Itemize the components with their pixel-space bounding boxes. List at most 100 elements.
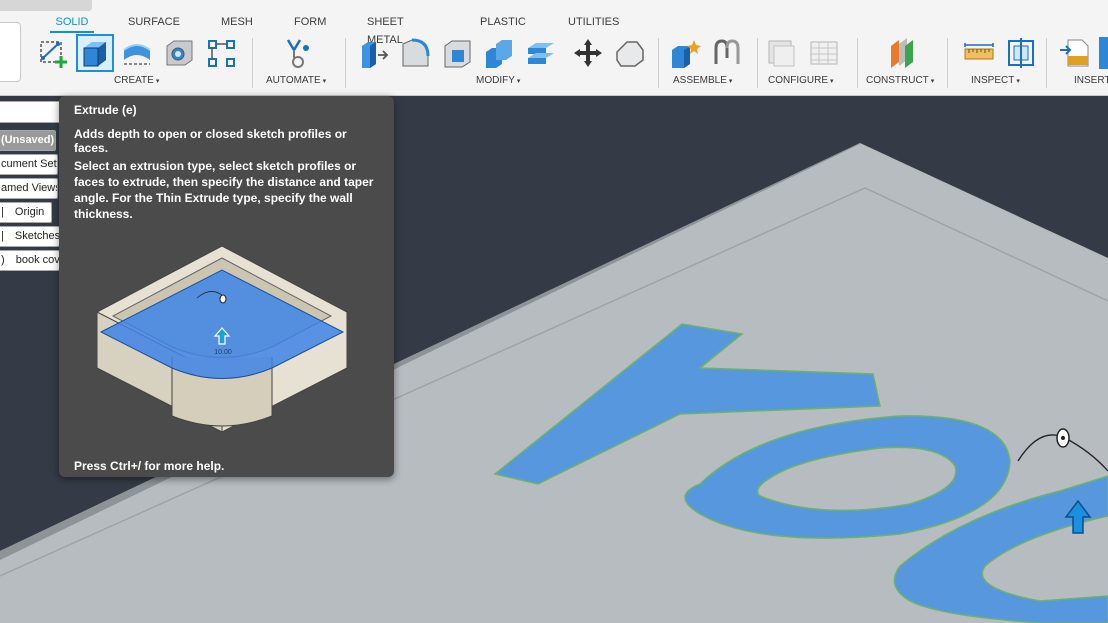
chamfer-button[interactable] (438, 34, 476, 72)
combine-button[interactable] (522, 34, 560, 72)
browser-document-root[interactable]: (Unsaved) (0, 130, 56, 151)
toolbar-divider (252, 38, 253, 88)
tab-form[interactable]: FORM (294, 13, 326, 33)
document-settings-label: cument Sett (1, 158, 58, 170)
fillet-button[interactable] (396, 34, 434, 72)
browser-item-body[interactable]: ) book cov (0, 250, 60, 271)
tab-surface[interactable]: SURFACE (128, 13, 180, 33)
browser-item-document-settings[interactable]: cument Sett (0, 154, 58, 175)
toolbar-divider (757, 38, 758, 88)
new-design-button[interactable] (0, 22, 21, 82)
modify-menu[interactable]: MODIFY ▾ (476, 75, 520, 86)
new-component-button[interactable] (666, 34, 704, 72)
sketches-prefix: | (1, 230, 4, 242)
chevron-down-icon: ▾ (155, 78, 160, 85)
extrude-button[interactable] (76, 34, 114, 72)
hole-icon (166, 40, 193, 66)
create-label: CREATE (114, 75, 154, 86)
origin-label: Origin (14, 206, 45, 218)
inspect-label: INSPECT (971, 75, 1015, 86)
move-icon (574, 39, 602, 67)
insert-icon (1099, 37, 1108, 69)
toolbar-divider (345, 38, 346, 88)
pattern-icon (208, 40, 235, 67)
tooltip-title: Extrude (e) (74, 103, 137, 117)
construct-label: CONSTRUCT (866, 75, 929, 86)
press-pull-button[interactable] (354, 34, 392, 72)
named-views-label: amed Views (1, 182, 58, 194)
measure-button[interactable] (960, 34, 998, 72)
insert-svg-icon (1060, 39, 1089, 67)
automate-label: AUTOMATE (266, 75, 321, 86)
tooltip-description: Adds depth to open or closed sketch prof… (74, 127, 347, 155)
configure-table-icon (810, 41, 838, 65)
new-sketch-icon (40, 41, 67, 68)
revolve-button[interactable] (118, 34, 156, 72)
section-analysis-button[interactable] (1002, 34, 1040, 72)
offset-plane-icon (891, 38, 913, 68)
pattern-button[interactable] (202, 34, 240, 72)
configure-menu[interactable]: CONFIGURE ▾ (768, 75, 834, 86)
chevron-down-icon: ▾ (830, 78, 834, 85)
split-button[interactable] (611, 34, 649, 72)
assemble-label: ASSEMBLE (673, 75, 727, 86)
chevron-down-icon: ▾ (930, 78, 935, 85)
section-analysis-icon (1008, 38, 1034, 68)
configure-label: CONFIGURE (768, 75, 828, 86)
extrude-illustration: 10.00 (96, 245, 348, 433)
insert-label: INSERT (1074, 75, 1108, 86)
automate-menu[interactable]: AUTOMATE ▾ (266, 75, 326, 86)
insert-more-button[interactable] (1098, 34, 1108, 72)
body-prefix: ) (1, 254, 5, 266)
move-button[interactable] (569, 34, 607, 72)
chevron-down-icon: ▾ (728, 78, 733, 85)
browser-item-origin[interactable]: | Origin (0, 202, 52, 223)
chevron-down-icon: ▾ (1016, 78, 1020, 85)
new-component-icon (672, 40, 701, 68)
browser-header[interactable] (0, 101, 62, 123)
body-label: book cov (15, 254, 60, 266)
extrude-icon (83, 42, 106, 67)
extrude-tooltip: Extrude (e) Adds depth to open or closed… (59, 96, 394, 477)
fillet-icon (402, 38, 430, 67)
insert-svg-button[interactable] (1056, 34, 1094, 72)
browser-item-sketches[interactable]: | Sketches (0, 226, 60, 247)
create-sketch-button[interactable] (34, 34, 72, 72)
browser-item-named-views[interactable]: amed Views (0, 178, 58, 199)
configure-button[interactable] (762, 34, 800, 72)
insert-menu[interactable]: INSERT (1074, 75, 1108, 86)
tab-mesh[interactable]: MESH (221, 13, 253, 33)
create-menu[interactable]: CREATE ▾ (114, 75, 159, 86)
split-icon (616, 41, 644, 67)
construct-menu[interactable]: CONSTRUCT ▾ (866, 75, 934, 86)
chevron-down-icon: ▾ (322, 78, 327, 85)
toolbar-divider (857, 38, 858, 88)
assemble-menu[interactable]: ASSEMBLE ▾ (673, 75, 732, 86)
sketches-label: Sketches (14, 230, 60, 242)
tab-plastic[interactable]: PLASTIC (480, 13, 526, 33)
hole-button[interactable] (160, 34, 198, 72)
modify-label: MODIFY (476, 75, 515, 86)
joint-button[interactable] (708, 34, 746, 72)
inspect-menu[interactable]: INSPECT ▾ (971, 75, 1020, 86)
configure-table-button[interactable] (805, 34, 843, 72)
toolbar: SOLID SURFACE MESH FORM SHEET METAL PLAS… (0, 0, 1108, 96)
tab-solid[interactable]: SOLID (50, 13, 94, 33)
shell-button[interactable] (480, 34, 518, 72)
chamfer-icon (444, 40, 471, 68)
automate-icon (286, 39, 309, 68)
offset-plane-button[interactable] (883, 34, 921, 72)
origin-prefix: | (1, 206, 4, 218)
toolbar-divider (947, 38, 948, 88)
automate-button[interactable] (278, 34, 316, 72)
taper-handle-dot (1061, 436, 1065, 440)
press-pull-icon (362, 42, 389, 68)
revolve-icon (123, 44, 151, 65)
chevron-down-icon: ▾ (516, 78, 521, 85)
tab-sheet-metal[interactable]: SHEET METAL (367, 13, 403, 46)
window-title-stub (0, 0, 92, 11)
tooltip-details: Select an extrusion type, select sketch … (74, 159, 374, 221)
tab-utilities[interactable]: UTILITIES (568, 13, 619, 33)
joint-icon (714, 39, 740, 64)
illustration-dimension: 10.00 (214, 349, 232, 356)
